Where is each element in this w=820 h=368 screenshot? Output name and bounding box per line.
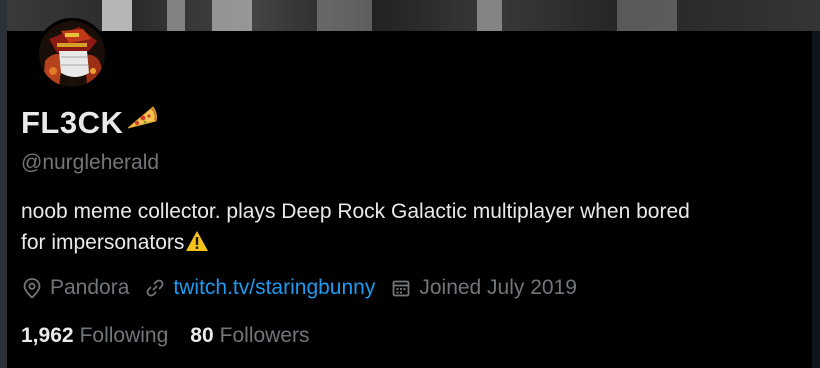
display-name: FL3CK [21,104,159,142]
window-edge [0,0,7,368]
profile-meta: Pandora twitch.tv/staringbunny Joined Ju… [22,276,593,300]
following-label: Following [79,324,169,347]
avatar[interactable] [36,18,108,90]
followers-label: Followers [219,324,310,347]
profile-banner[interactable] [7,0,820,31]
location-pin-icon [23,278,41,299]
pizza-icon [125,104,159,142]
display-name-text: FL3CK [21,105,124,140]
location: Pandora [22,276,129,300]
bio-line-2: for impersonators [21,227,816,258]
following-stat[interactable]: 1,962 Following [21,324,168,348]
location-text: Pandora [50,276,130,299]
calendar-icon [392,280,410,297]
followers-stat[interactable]: 80 Followers [190,324,309,348]
website-link[interactable]: twitch.tv/staringbunny [173,276,375,300]
joined-text: Joined July 2019 [419,276,577,299]
joined-date: Joined July 2019 [391,276,577,300]
profile-page: FL3CK @nurgleherald noob meme collector.… [0,0,820,368]
profile-bio: noob meme collector. plays Deep Rock Gal… [21,196,816,258]
warning-icon [185,230,209,258]
user-handle: @nurgleherald [21,151,160,174]
followers-count: 80 [190,324,214,347]
bio-line-1: noob meme collector. plays Deep Rock Gal… [21,200,690,223]
following-count: 1,962 [21,324,74,347]
link-icon [146,279,164,297]
follow-stats: 1,962 Following 80 Followers [21,324,332,348]
bio-line-2-text: for impersonators [21,231,185,254]
website[interactable]: twitch.tv/staringbunny [145,276,375,300]
